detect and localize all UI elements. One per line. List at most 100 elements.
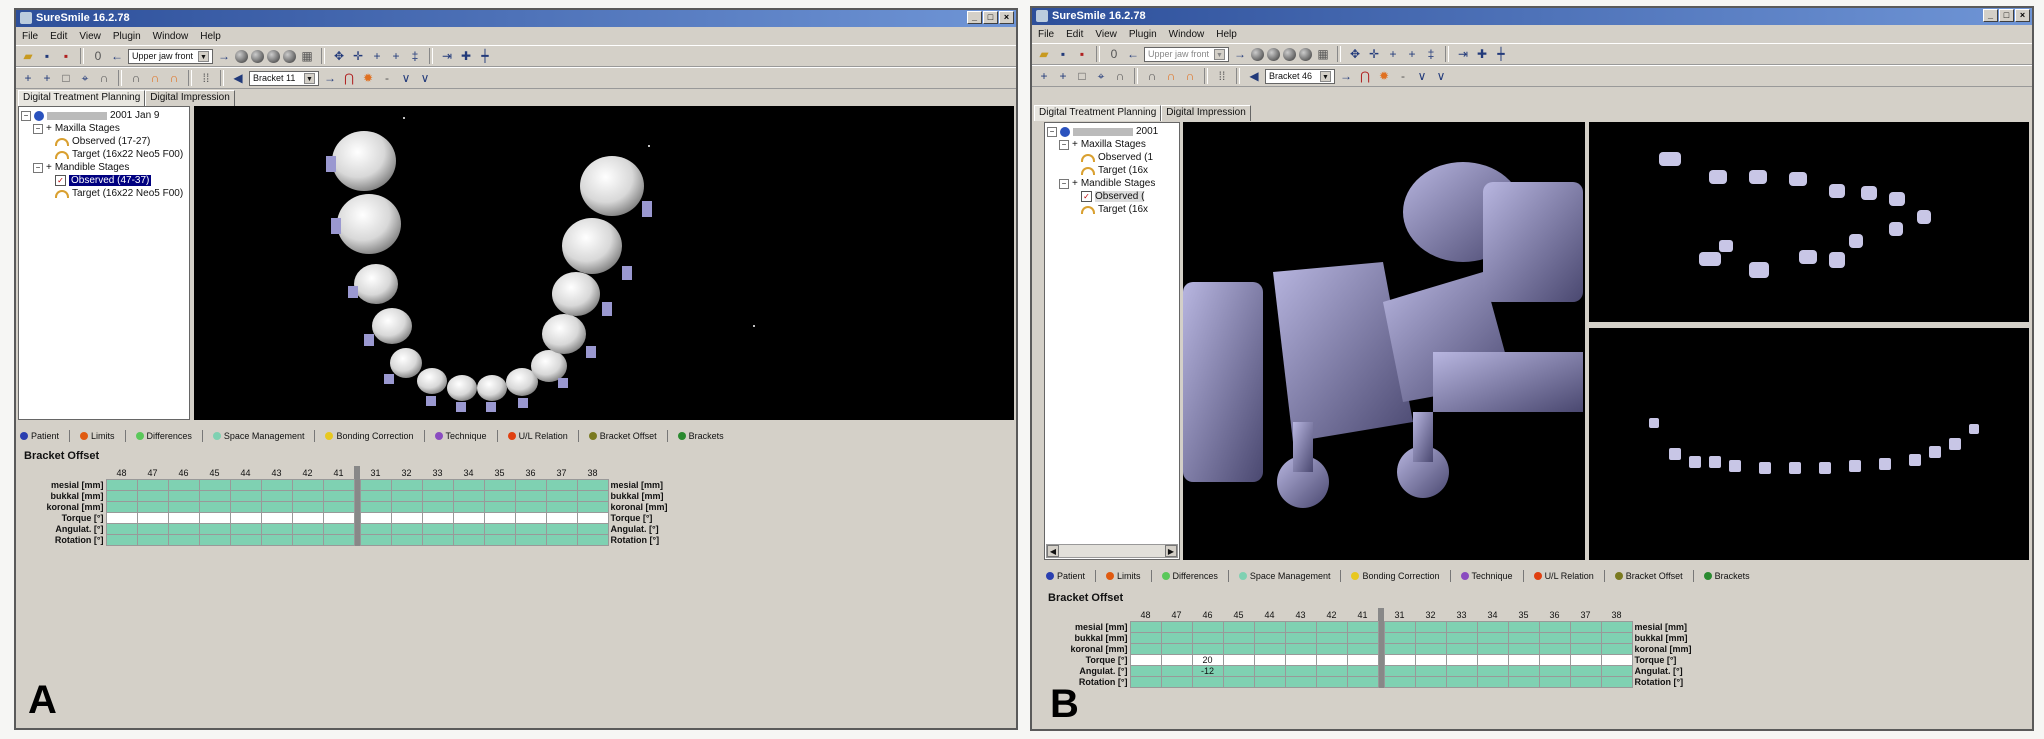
legend-differences[interactable]: Differences bbox=[1161, 571, 1218, 581]
offset-cell[interactable] bbox=[576, 512, 609, 524]
scroll-right-icon[interactable]: ▶ bbox=[1165, 545, 1177, 557]
offset-cell[interactable] bbox=[483, 523, 516, 535]
offset-cell[interactable] bbox=[291, 501, 324, 513]
offset-cell[interactable] bbox=[322, 523, 355, 535]
offset-cell[interactable] bbox=[1129, 654, 1162, 666]
offset-cell[interactable] bbox=[1346, 676, 1379, 688]
offset-cell[interactable] bbox=[136, 501, 169, 513]
arrow-tool-icon[interactable]: ⇥ bbox=[439, 48, 455, 64]
save-icon[interactable]: ▪ bbox=[39, 48, 55, 64]
offset-cell[interactable] bbox=[1253, 665, 1286, 677]
offset-cell[interactable] bbox=[322, 534, 355, 546]
legend-brackets[interactable]: Brackets bbox=[677, 431, 724, 441]
open-folder-icon[interactable]: ▰ bbox=[1036, 46, 1052, 62]
tree-mandible-observed[interactable]: ✓ Observed ( bbox=[1081, 191, 1145, 202]
offset-cell[interactable] bbox=[390, 523, 423, 535]
offset-cell[interactable] bbox=[1222, 621, 1255, 633]
checkbox-icon[interactable]: ✓ bbox=[1081, 191, 1092, 202]
box-icon[interactable]: □ bbox=[58, 70, 74, 86]
forward-arrow-icon[interactable]: → bbox=[216, 48, 232, 64]
arrow-tool-icon[interactable]: ✚ bbox=[458, 48, 474, 64]
plus-icon[interactable]: + bbox=[1036, 68, 1052, 84]
offset-cell[interactable] bbox=[229, 490, 262, 502]
offset-cell[interactable] bbox=[1476, 643, 1509, 655]
offset-cell[interactable] bbox=[1160, 654, 1193, 666]
offset-cell[interactable] bbox=[483, 501, 516, 513]
tool-icon[interactable]: ⌖ bbox=[77, 70, 93, 86]
menu-edit[interactable]: Edit bbox=[1066, 29, 1083, 40]
offset-cell[interactable] bbox=[1507, 621, 1540, 633]
back-arrow-icon[interactable]: ◀ bbox=[1246, 68, 1262, 84]
offset-cell[interactable] bbox=[1445, 665, 1478, 677]
offset-cell[interactable] bbox=[1191, 676, 1224, 688]
offset-cell[interactable] bbox=[390, 512, 423, 524]
minimize-button[interactable]: _ bbox=[967, 11, 982, 24]
star-icon[interactable]: ✹ bbox=[360, 70, 376, 86]
offset-cell[interactable] bbox=[1569, 632, 1602, 644]
arch-icon[interactable]: ∩ bbox=[1112, 68, 1128, 84]
offset-cell[interactable] bbox=[359, 501, 392, 513]
dash-icon[interactable]: - bbox=[379, 70, 395, 86]
offset-cell[interactable] bbox=[483, 490, 516, 502]
arch-front-render[interactable] bbox=[1589, 328, 2029, 560]
move-icon[interactable]: ✥ bbox=[1347, 46, 1363, 62]
offset-cell[interactable] bbox=[514, 523, 547, 535]
sphere-view-icon[interactable] bbox=[283, 49, 296, 63]
sphere-view-icon[interactable] bbox=[1299, 47, 1312, 61]
axis-cross-icon[interactable]: + bbox=[1404, 46, 1420, 62]
offset-cell[interactable] bbox=[136, 512, 169, 524]
offset-cell[interactable] bbox=[167, 501, 200, 513]
offset-cell[interactable] bbox=[483, 512, 516, 524]
offset-cell[interactable] bbox=[576, 501, 609, 513]
offset-cell[interactable] bbox=[105, 479, 138, 491]
menu-plugin[interactable]: Plugin bbox=[1129, 29, 1157, 40]
legend-technique[interactable]: Technique bbox=[434, 431, 487, 441]
offset-cell[interactable] bbox=[390, 501, 423, 513]
offset-cell[interactable] bbox=[167, 523, 200, 535]
offset-cell[interactable] bbox=[1346, 621, 1379, 633]
arch-icon[interactable]: ∩ bbox=[1144, 68, 1160, 84]
tree-mandible-stages[interactable]: − + Mandible Stages bbox=[1059, 178, 1155, 189]
offset-cell[interactable] bbox=[1284, 676, 1317, 688]
collapse-icon[interactable]: − bbox=[1059, 139, 1069, 150]
offset-cell[interactable] bbox=[1191, 621, 1224, 633]
offset-cell[interactable] bbox=[167, 512, 200, 524]
3d-viewport[interactable] bbox=[194, 106, 1014, 420]
offset-cell[interactable] bbox=[1346, 643, 1379, 655]
tab-digital-treatment-planning[interactable]: Digital Treatment Planning bbox=[18, 90, 146, 106]
offset-cell[interactable] bbox=[1507, 665, 1540, 677]
offset-cell[interactable] bbox=[1129, 676, 1162, 688]
arrow-tool-icon[interactable]: ✚ bbox=[1474, 46, 1490, 62]
offset-cell[interactable] bbox=[421, 523, 454, 535]
offset-cell[interactable] bbox=[421, 479, 454, 491]
legend-differences[interactable]: Differences bbox=[135, 431, 192, 441]
menu-view[interactable]: View bbox=[1095, 29, 1117, 40]
menu-edit[interactable]: Edit bbox=[50, 31, 67, 42]
offset-cell[interactable] bbox=[1129, 621, 1162, 633]
offset-cell[interactable] bbox=[1284, 665, 1317, 677]
axis-cross-icon[interactable]: ✛ bbox=[350, 48, 366, 64]
offset-cell[interactable] bbox=[1222, 632, 1255, 644]
offset-cell[interactable] bbox=[1315, 632, 1348, 644]
menu-file[interactable]: File bbox=[1038, 29, 1054, 40]
offset-cell[interactable] bbox=[514, 512, 547, 524]
offset-cell[interactable] bbox=[136, 490, 169, 502]
axis-cross-icon[interactable]: + bbox=[369, 48, 385, 64]
legend-bracket-offset[interactable]: Bracket Offset bbox=[1614, 571, 1683, 581]
jaw-view-select[interactable]: Upper jaw front ▼ bbox=[1144, 46, 1229, 62]
offset-cell[interactable] bbox=[1129, 643, 1162, 655]
collapse-icon[interactable]: − bbox=[1047, 126, 1057, 137]
offset-cell[interactable] bbox=[1346, 632, 1379, 644]
offset-cell[interactable] bbox=[1253, 654, 1286, 666]
offset-cell[interactable] bbox=[1129, 665, 1162, 677]
arch-icon[interactable]: ∩ bbox=[147, 70, 163, 86]
tab-digital-impression[interactable]: Digital Impression bbox=[1161, 105, 1251, 121]
offset-cell[interactable] bbox=[1538, 665, 1571, 677]
offset-cell[interactable] bbox=[514, 501, 547, 513]
offset-cell[interactable] bbox=[359, 512, 392, 524]
offset-cell[interactable] bbox=[291, 512, 324, 524]
collapse-icon[interactable]: − bbox=[33, 162, 43, 173]
offset-cell[interactable] bbox=[229, 512, 262, 524]
check-icon[interactable]: ∨ bbox=[398, 70, 414, 86]
arrow-tool-icon[interactable]: ┿ bbox=[477, 48, 493, 64]
